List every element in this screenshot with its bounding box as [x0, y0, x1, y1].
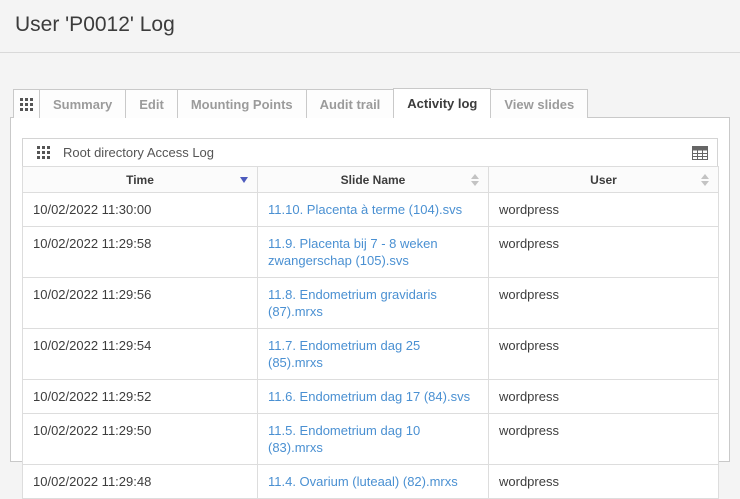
slide-link[interactable]: 11.9. Placenta bij 7 - 8 weken zwangersc…	[268, 236, 438, 268]
tab-audit-trail[interactable]: Audit trail	[306, 89, 395, 118]
table-row: 10/02/2022 11:29:56 11.8. Endometrium gr…	[23, 278, 719, 329]
sort-descending-icon	[240, 177, 248, 183]
tab-edit[interactable]: Edit	[125, 89, 178, 118]
slide-link[interactable]: 11.6. Endometrium dag 17 (84).svs	[268, 389, 470, 404]
grid-icon	[37, 146, 50, 159]
time-cell: 10/02/2022 11:29:56	[23, 278, 258, 329]
widget-grid-menu-button[interactable]	[23, 146, 63, 159]
slide-cell: 11.4. Ovarium (luteaal) (82).mrxs	[258, 465, 489, 499]
slide-cell: 11.8. Endometrium gravidaris (87).mrxs	[258, 278, 489, 329]
user-cell: wordpress	[489, 227, 719, 278]
time-cell: 10/02/2022 11:29:48	[23, 465, 258, 499]
access-log-toolbar: Root directory Access Log	[22, 138, 718, 167]
page-title: User 'P0012' Log	[15, 13, 175, 37]
user-cell: wordpress	[489, 193, 719, 227]
access-log-table: Time Slide Name User 10/02/2022 11:30:00	[22, 166, 719, 499]
user-cell: wordpress	[489, 465, 719, 499]
slide-link[interactable]: 11.7. Endometrium dag 25 (85).mrxs	[268, 338, 420, 370]
time-cell: 10/02/2022 11:29:54	[23, 329, 258, 380]
tab-mounting-points[interactable]: Mounting Points	[177, 89, 307, 118]
time-cell: 10/02/2022 11:29:50	[23, 414, 258, 465]
column-header-time[interactable]: Time	[23, 167, 258, 193]
time-cell: 10/02/2022 11:30:00	[23, 193, 258, 227]
user-cell: wordpress	[489, 380, 719, 414]
access-log-widget: Root directory Access Log	[22, 138, 718, 499]
column-label: Time	[126, 173, 154, 187]
table-row: 10/02/2022 11:29:58 11.9. Placenta bij 7…	[23, 227, 719, 278]
slide-link[interactable]: 11.5. Endometrium dag 10 (83).mrxs	[268, 423, 420, 455]
slide-link[interactable]: 11.8. Endometrium gravidaris (87).mrxs	[268, 287, 437, 319]
activity-log-panel: Root directory Access Log	[10, 117, 730, 462]
column-header-user[interactable]: User	[489, 167, 719, 193]
slide-cell: 11.10. Placenta à terme (104).svs	[258, 193, 489, 227]
slide-link[interactable]: 11.4. Ovarium (luteaal) (82).mrxs	[268, 474, 458, 489]
tab-view-slides[interactable]: View slides	[490, 89, 588, 118]
tab-summary[interactable]: Summary	[39, 89, 126, 118]
tab-grid-menu-button[interactable]	[13, 89, 40, 118]
table-row: 10/02/2022 11:29:52 11.6. Endometrium da…	[23, 380, 719, 414]
sort-both-icon	[701, 174, 709, 186]
table-header-row: Time Slide Name User	[23, 167, 719, 193]
tab-activity-log[interactable]: Activity log	[393, 88, 491, 118]
time-cell: 10/02/2022 11:29:52	[23, 380, 258, 414]
tab-bar: Summary Edit Mounting Points Audit trail…	[13, 88, 587, 118]
slide-cell: 11.7. Endometrium dag 25 (85).mrxs	[258, 329, 489, 380]
column-header-slide-name[interactable]: Slide Name	[258, 167, 489, 193]
time-cell: 10/02/2022 11:29:58	[23, 227, 258, 278]
grid-icon	[20, 98, 33, 111]
sort-both-icon	[471, 174, 479, 186]
column-label: Slide Name	[341, 173, 406, 187]
slide-cell: 11.5. Endometrium dag 10 (83).mrxs	[258, 414, 489, 465]
slide-cell: 11.9. Placenta bij 7 - 8 weken zwangersc…	[258, 227, 489, 278]
widget-title: Root directory Access Log	[63, 145, 214, 160]
table-row: 10/02/2022 11:29:50 11.5. Endometrium da…	[23, 414, 719, 465]
slide-cell: 11.6. Endometrium dag 17 (84).svs	[258, 380, 489, 414]
user-cell: wordpress	[489, 414, 719, 465]
table-row: 10/02/2022 11:29:54 11.7. Endometrium da…	[23, 329, 719, 380]
slide-link[interactable]: 11.10. Placenta à terme (104).svs	[268, 202, 462, 217]
header-divider	[0, 52, 740, 53]
user-cell: wordpress	[489, 329, 719, 380]
table-icon	[692, 146, 708, 160]
column-label: User	[590, 173, 617, 187]
user-cell: wordpress	[489, 278, 719, 329]
table-view-button[interactable]	[692, 146, 717, 160]
table-row: 10/02/2022 11:29:48 11.4. Ovarium (lutea…	[23, 465, 719, 499]
table-row: 10/02/2022 11:30:00 11.10. Placenta à te…	[23, 193, 719, 227]
